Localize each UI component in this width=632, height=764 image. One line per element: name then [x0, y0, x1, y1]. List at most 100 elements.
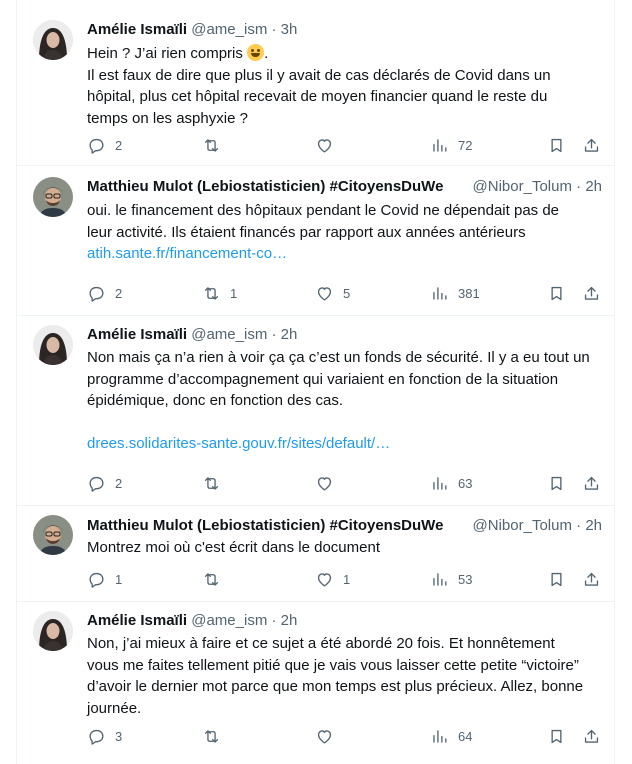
- retweet-button[interactable]: 1: [202, 281, 237, 305]
- share-button[interactable]: [582, 133, 601, 157]
- tweet-text: Montrez moi où c'est écrit dans le docum…: [87, 537, 596, 559]
- tweet-link[interactable]: drees.solidarites-sante.gouv.fr/sites/de…: [87, 433, 596, 455]
- view-count: 64: [458, 728, 473, 744]
- bookmark-icon: [551, 286, 562, 300]
- bookmark-button[interactable]: [547, 471, 566, 495]
- views-icon: [433, 138, 447, 152]
- bookmark-button[interactable]: [547, 281, 566, 305]
- tweet-line: Montrez moi où c'est écrit dans le docum…: [87, 539, 380, 556]
- author-handle[interactable]: @Nibor_Tolum: [473, 517, 572, 534]
- tweet-line: d’avoir le dernier mot parce que mon tem…: [87, 678, 584, 695]
- avatar[interactable]: [33, 325, 73, 365]
- bookmark-icon: [551, 476, 562, 490]
- view-count: 53: [458, 571, 473, 587]
- separator: ·: [271, 326, 277, 343]
- avatar-man-icon: [33, 177, 73, 217]
- avatar[interactable]: [33, 20, 73, 60]
- tweet-actions: 3 64: [77, 724, 602, 748]
- timestamp[interactable]: 2h: [281, 326, 298, 343]
- bookmark-button[interactable]: [547, 724, 566, 748]
- reply-button[interactable]: 2: [87, 471, 122, 495]
- reply-button[interactable]: 2: [87, 133, 122, 157]
- tweet[interactable]: Matthieu Mulot (Lebiostatisticien) #Cito…: [17, 505, 614, 602]
- author-name[interactable]: Amélie Ismaïli: [87, 21, 187, 38]
- retweet-icon: [204, 286, 219, 300]
- avatar-woman-icon: [33, 611, 73, 651]
- like-button[interactable]: [315, 724, 343, 748]
- tweet-line: temps on les asphyxie ?: [87, 109, 248, 127]
- share-button[interactable]: [582, 724, 601, 748]
- avatar-woman-icon: [33, 20, 73, 60]
- tweet[interactable]: Amélie Ismaïli @ame_ism · 2h Non mais ça…: [17, 315, 614, 506]
- tweet[interactable]: Matthieu Mulot (Lebiostatisticien) #Cito…: [17, 165, 614, 316]
- timestamp[interactable]: 3h: [281, 21, 298, 38]
- timestamp[interactable]: 2h: [281, 612, 298, 629]
- tweet-actions: 2 63: [77, 471, 602, 495]
- share-icon: [584, 572, 599, 586]
- tweet[interactable]: Amélie Ismaïli @ame_ism · 3h Hein ? J’ai…: [17, 10, 614, 166]
- retweet-button[interactable]: [202, 133, 230, 157]
- views-button[interactable]: 64: [430, 724, 472, 748]
- retweet-button[interactable]: [202, 471, 230, 495]
- tweet-line: vous me faites tellement pitié que je va…: [87, 656, 579, 674]
- timestamp[interactable]: 2h: [585, 178, 602, 195]
- reply-button[interactable]: 2: [87, 281, 122, 305]
- like-button[interactable]: [315, 471, 343, 495]
- views-icon: [433, 572, 447, 586]
- author-name[interactable]: Matthieu Mulot (Lebiostatisticien) #Cito…: [87, 178, 443, 195]
- views-button[interactable]: 53: [430, 567, 472, 591]
- avatar-woman-icon: [33, 325, 73, 365]
- avatar[interactable]: [33, 611, 73, 651]
- bookmark-button[interactable]: [547, 133, 566, 157]
- views-button[interactable]: 63: [430, 471, 472, 495]
- reply-button[interactable]: 1: [87, 567, 122, 591]
- reply-button[interactable]: 3: [87, 724, 122, 748]
- tweet-link[interactable]: atih.sante.fr/financement-co…: [87, 243, 596, 265]
- tweet-text: Non, j’ai mieux à faire et ce sujet a ét…: [87, 633, 596, 719]
- tweet-header: Matthieu Mulot (Lebiostatisticien) #Cito…: [87, 177, 602, 197]
- separator: ·: [271, 612, 277, 629]
- like-button[interactable]: 1: [315, 567, 350, 591]
- separator: ·: [576, 517, 582, 534]
- author-name[interactable]: Matthieu Mulot (Lebiostatisticien) #Cito…: [87, 517, 443, 534]
- retweet-button[interactable]: [202, 724, 230, 748]
- tweet[interactable]: Amélie Ismaïli @ame_ism · 2h Non, j’ai m…: [17, 601, 614, 764]
- author-name[interactable]: Amélie Ismaïli: [87, 326, 187, 343]
- views-button[interactable]: 72: [430, 133, 472, 157]
- tweet-line: hôpital, plus cet hôpital recevait de mo…: [87, 88, 548, 105]
- view-count: 72: [458, 137, 473, 153]
- tweet-header: Amélie Ismaïli @ame_ism · 2h: [87, 325, 602, 345]
- sweat-smile-emoji: [247, 44, 265, 61]
- views-button[interactable]: 381: [430, 281, 480, 305]
- avatar[interactable]: [33, 177, 73, 217]
- reply-count: 2: [115, 475, 123, 491]
- timestamp[interactable]: 2h: [585, 517, 602, 534]
- retweet-icon: [204, 476, 219, 490]
- view-count: 63: [458, 475, 473, 491]
- tweet-line: épidémique, donc en fonction des cas.: [87, 392, 344, 409]
- author-name[interactable]: Amélie Ismaïli: [87, 612, 187, 629]
- author-handle[interactable]: @ame_ism: [191, 21, 267, 38]
- like-button[interactable]: 5: [315, 281, 350, 305]
- share-button[interactable]: [582, 281, 601, 305]
- author-handle[interactable]: @ame_ism: [191, 326, 267, 343]
- tweet-header: Amélie Ismaïli @ame_ism · 2h: [87, 611, 602, 631]
- tweet-text: Hein ? J’ai rien compris . Il est faux d…: [87, 43, 596, 129]
- share-button[interactable]: [582, 567, 601, 591]
- reply-icon: [89, 729, 104, 745]
- tweet-actions: 2 72: [77, 133, 602, 157]
- share-button[interactable]: [582, 471, 601, 495]
- handle-time: @Nibor_Tolum · 2h: [470, 177, 602, 197]
- views-icon: [433, 729, 447, 743]
- avatar[interactable]: [33, 515, 73, 555]
- author-handle[interactable]: @ame_ism: [191, 612, 267, 629]
- tweet-text: oui. le financement des hôpitaux pendant…: [87, 200, 596, 265]
- like-button[interactable]: [315, 133, 343, 157]
- tweet-actions: 2 1 5 381: [77, 281, 602, 305]
- tweet-line: leur activité. Ils étaient financés par …: [87, 223, 526, 241]
- retweet-button[interactable]: [202, 567, 230, 591]
- heart-icon: [317, 476, 332, 491]
- author-handle[interactable]: @Nibor_Tolum: [473, 178, 572, 195]
- heart-icon: [317, 286, 332, 301]
- bookmark-button[interactable]: [547, 567, 566, 591]
